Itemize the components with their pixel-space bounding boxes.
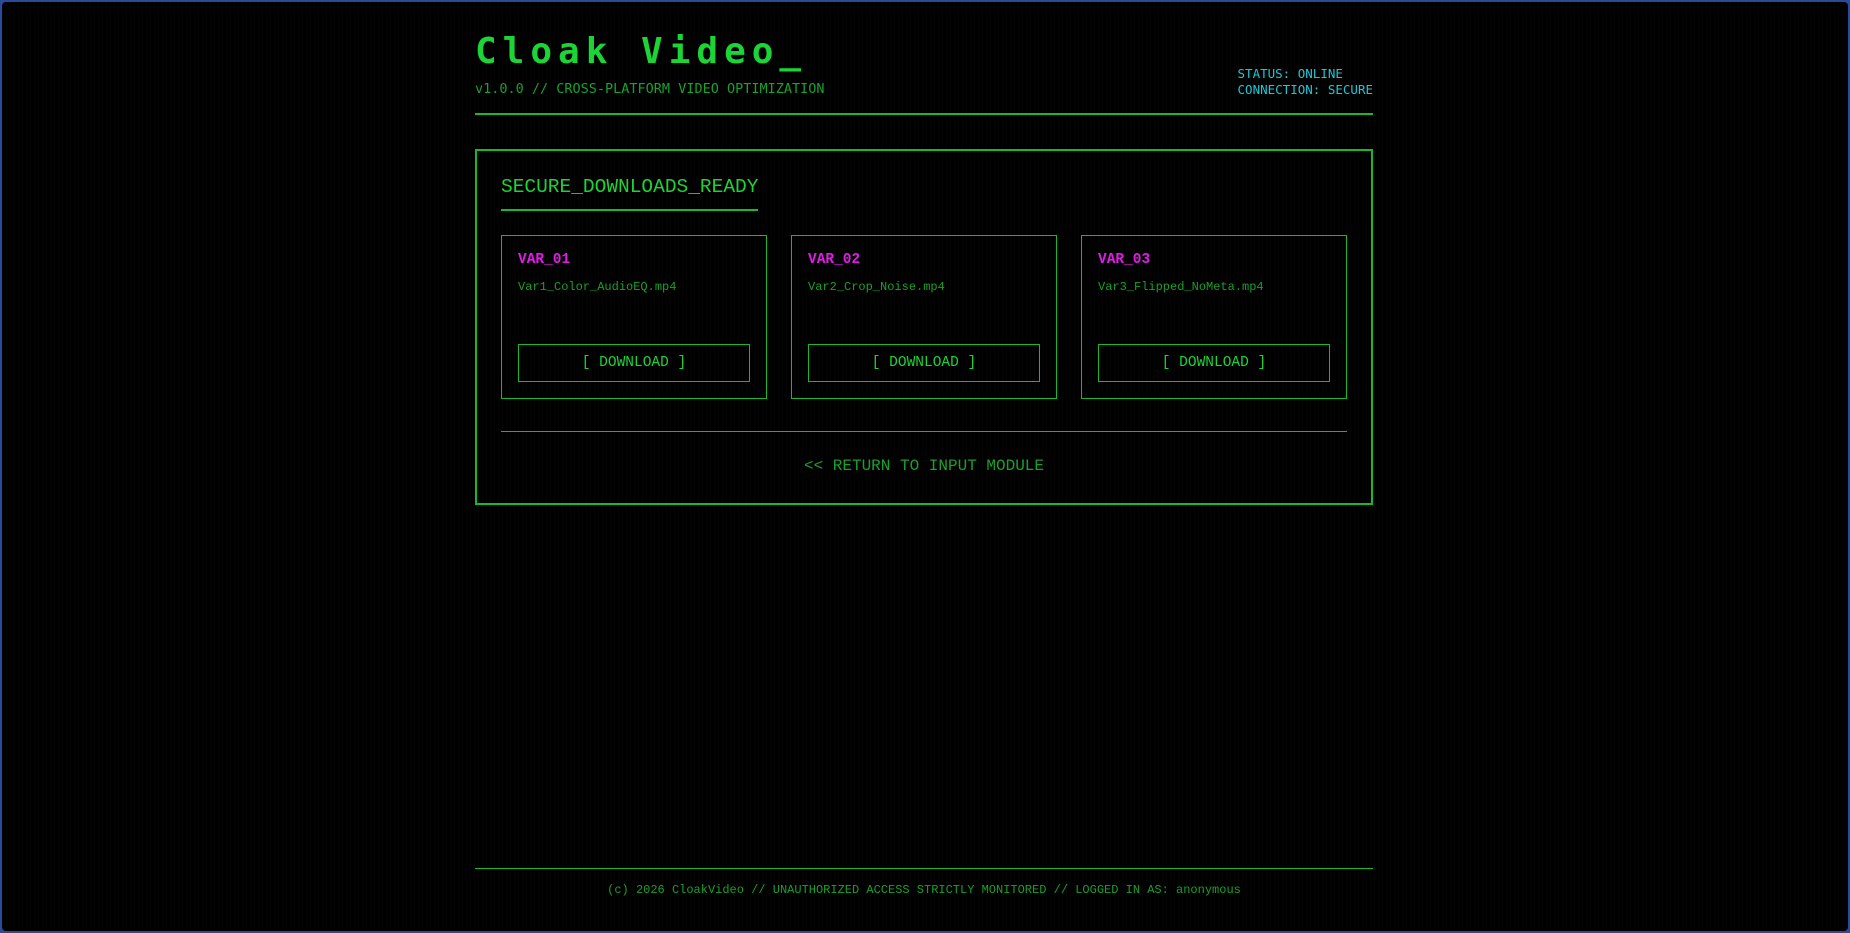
status-panel: STATUS: ONLINE CONNECTION: SECURE bbox=[1238, 66, 1373, 98]
download-button-var-02[interactable]: [ DOWNLOAD ] bbox=[808, 344, 1040, 382]
variant-filename: Var3_Flipped_NoMeta.mp4 bbox=[1098, 280, 1264, 294]
variant-cards: VAR_01 Var1_Color_AudioEQ.mp4 [ DOWNLOAD… bbox=[501, 235, 1347, 399]
variant-card-1: VAR_01 Var1_Color_AudioEQ.mp4 [ DOWNLOAD… bbox=[501, 235, 767, 399]
variant-card-3: VAR_03 Var3_Flipped_NoMeta.mp4 [ DOWNLOA… bbox=[1081, 235, 1347, 399]
panel-title: SECURE_DOWNLOADS_READY bbox=[501, 175, 759, 211]
download-button-var-01[interactable]: [ DOWNLOAD ] bbox=[518, 344, 750, 382]
variant-label: VAR_03 bbox=[1098, 252, 1151, 268]
panel-divider bbox=[501, 431, 1347, 432]
app-subtitle: v1.0.0 // CROSS-PLATFORM VIDEO OPTIMIZAT… bbox=[475, 81, 825, 97]
download-button-var-03[interactable]: [ DOWNLOAD ] bbox=[1098, 344, 1330, 382]
app-header: Cloak Video_ v1.0.0 // CROSS-PLATFORM VI… bbox=[475, 2, 1373, 115]
downloads-panel: SECURE_DOWNLOADS_READY VAR_01 Var1_Color… bbox=[475, 149, 1373, 505]
variant-label: VAR_02 bbox=[808, 252, 861, 268]
main-container: Cloak Video_ v1.0.0 // CROSS-PLATFORM VI… bbox=[475, 2, 1373, 931]
connection-status-text: CONNECTION: SECURE bbox=[1237, 82, 1373, 97]
variant-label: VAR_01 bbox=[518, 252, 571, 268]
variant-filename: Var2_Crop_Noise.mp4 bbox=[808, 280, 945, 294]
status-online-text: STATUS: ONLINE bbox=[1237, 66, 1343, 81]
return-to-input-link[interactable]: << RETURN TO INPUT MODULE bbox=[501, 455, 1347, 477]
variant-card-2: VAR_02 Var2_Crop_Noise.mp4 [ DOWNLOAD ] bbox=[791, 235, 1057, 399]
app-window: Cloak Video_ v1.0.0 // CROSS-PLATFORM VI… bbox=[2, 2, 1848, 931]
variant-filename: Var1_Color_AudioEQ.mp4 bbox=[518, 280, 677, 294]
app-footer: (c) 2026 CloakVideo // UNAUTHORIZED ACCE… bbox=[475, 868, 1373, 898]
app-title: Cloak Video_ bbox=[475, 31, 808, 72]
